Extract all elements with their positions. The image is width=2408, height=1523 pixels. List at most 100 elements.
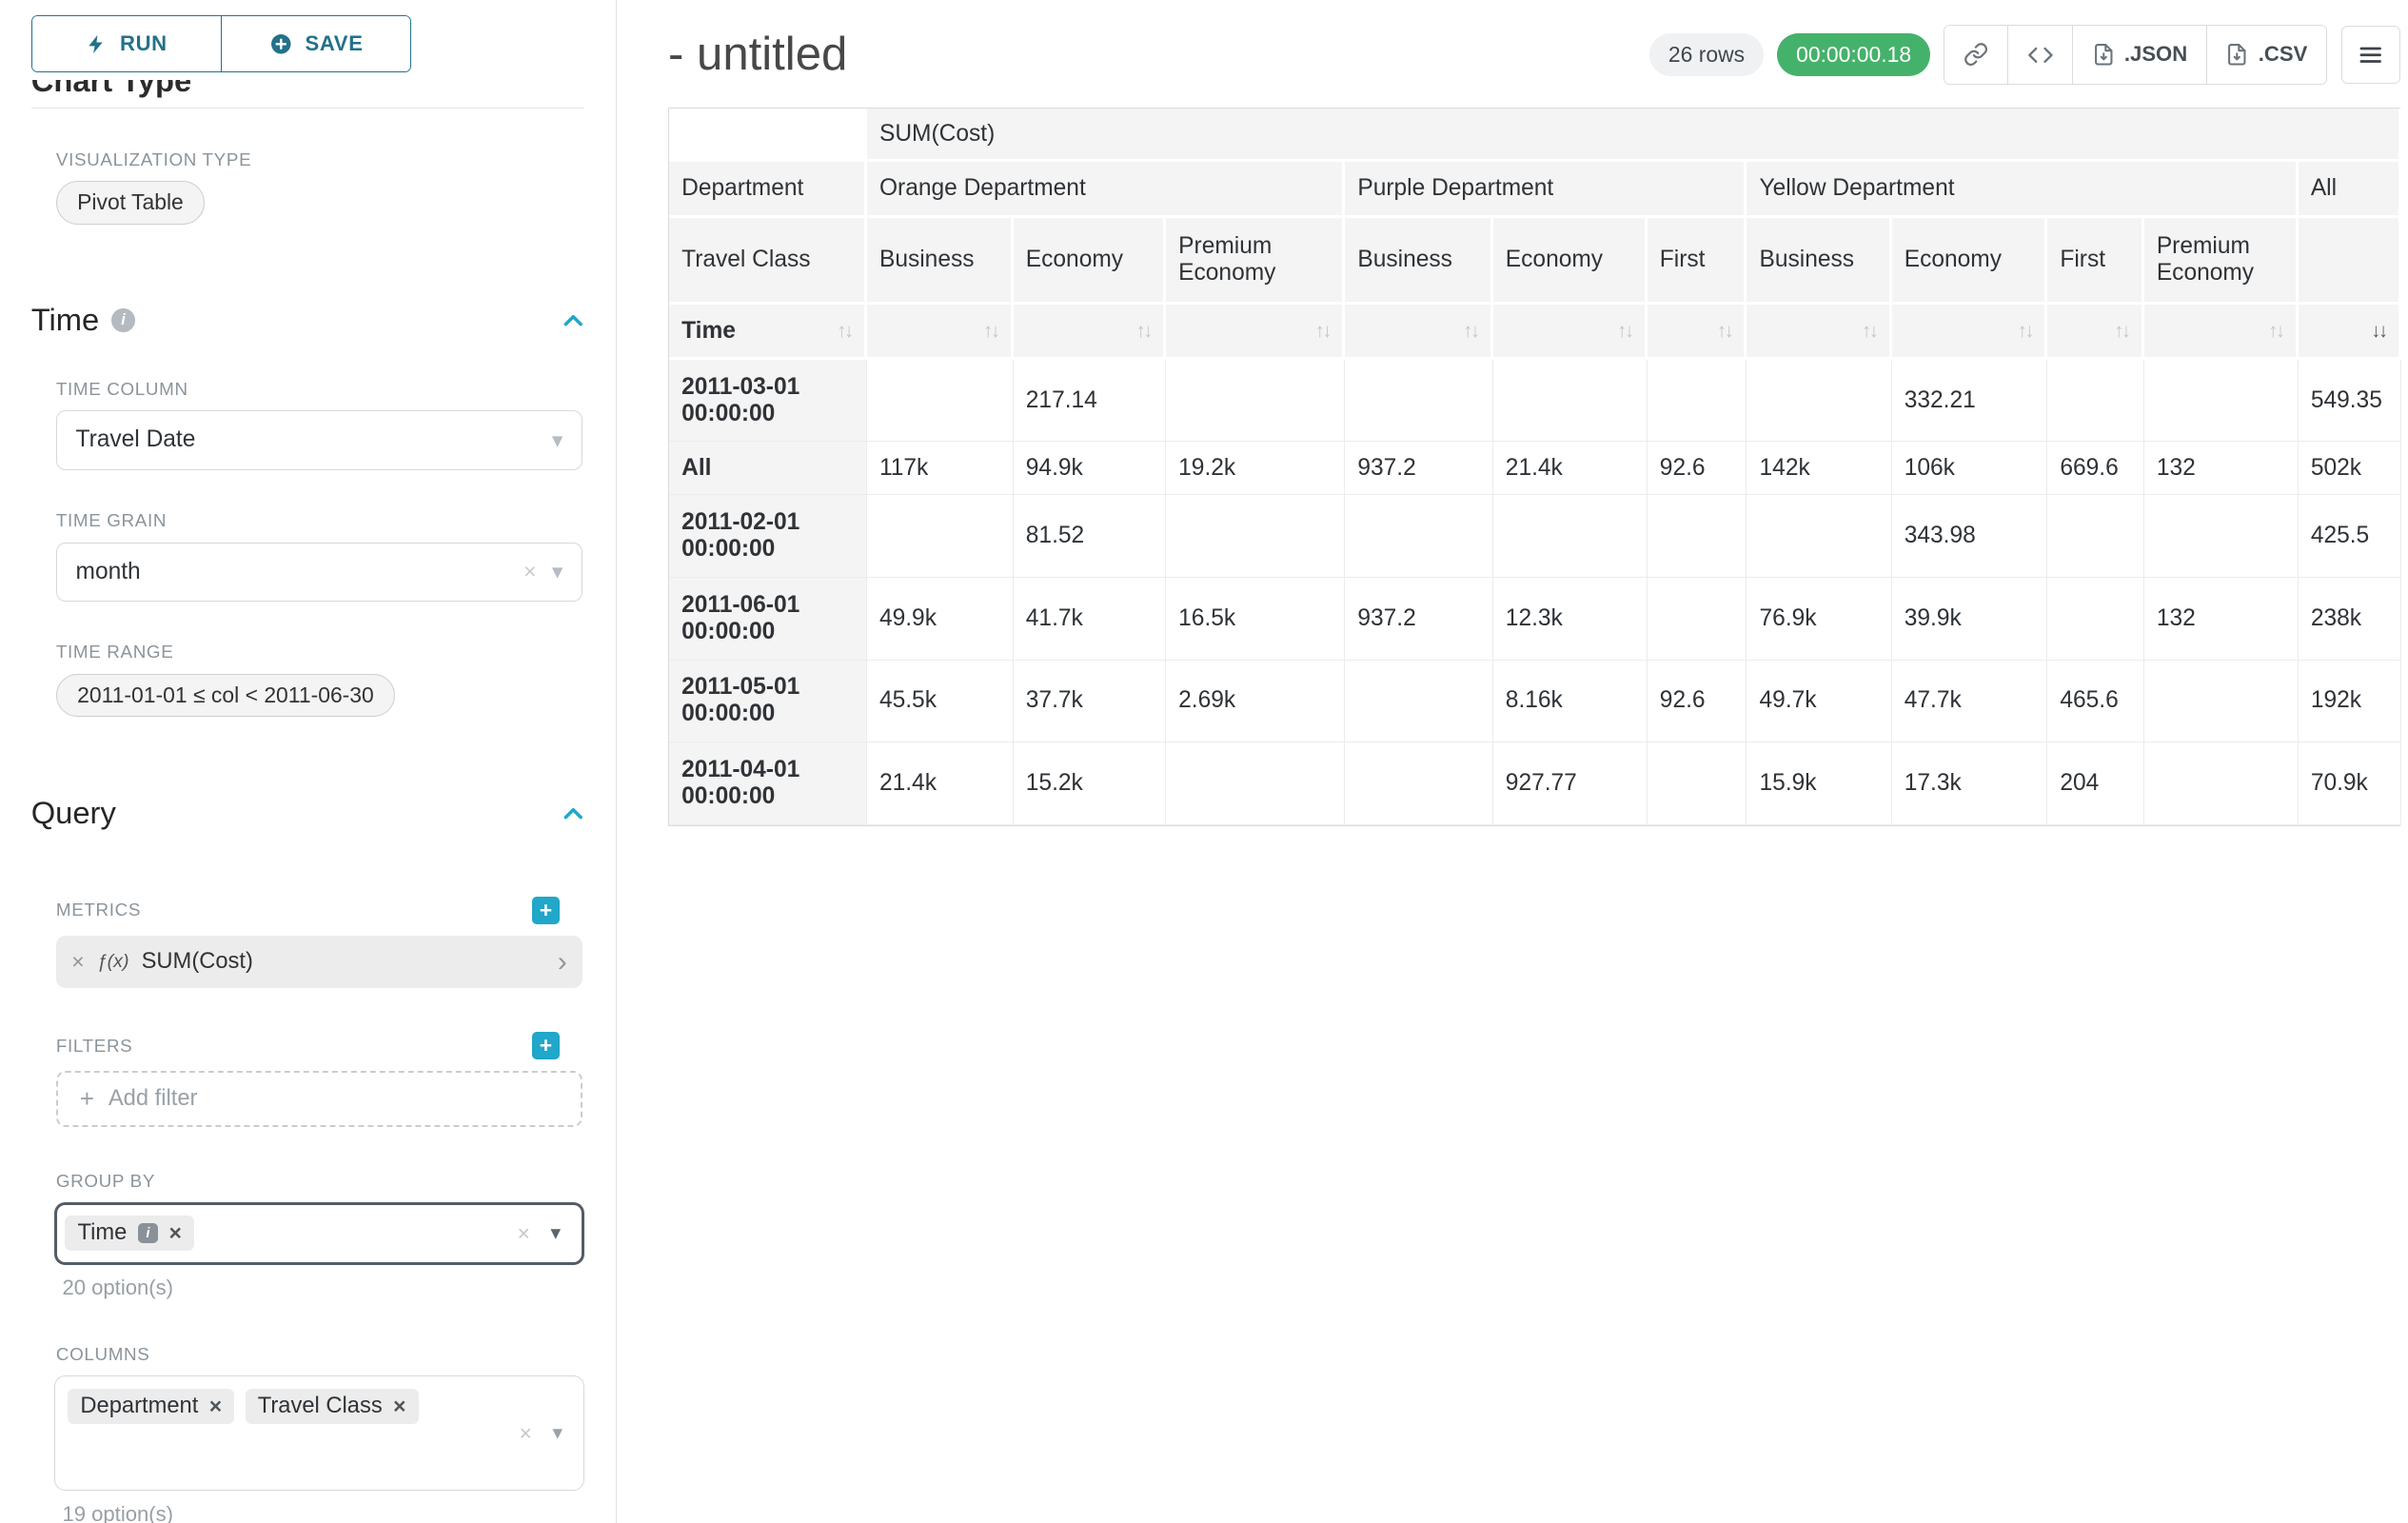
- sort-icon[interactable]: ↑↓: [1135, 320, 1151, 343]
- sort-icon[interactable]: ↑↓: [837, 320, 852, 343]
- pivot-table: SUM(Cost)DepartmentOrange DepartmentPurp…: [669, 109, 2401, 825]
- sort-icon[interactable]: ↑↓: [1315, 320, 1331, 343]
- more-options-button[interactable]: [2341, 26, 2400, 84]
- sort-cell: ↑↓: [1747, 305, 1891, 359]
- time-grain-label: TIME GRAIN: [56, 510, 584, 531]
- select-icons: × ▼: [517, 1220, 563, 1246]
- info-icon: i: [138, 1223, 158, 1243]
- caret-down-icon[interactable]: ▼: [549, 1423, 566, 1443]
- pivot-data-row: 2011-05-01 00:00:0045.5k37.7k2.69k8.16k9…: [669, 661, 2401, 743]
- pivot-cell: [1648, 578, 1747, 661]
- pivot-cell: [1747, 360, 1891, 443]
- sort-icon[interactable]: ↑↓: [2018, 320, 2033, 343]
- travel-class-header: First: [2047, 218, 2143, 306]
- pivot-cell: 70.9k: [2299, 742, 2401, 825]
- pivot-cell: 132: [2144, 578, 2299, 661]
- chevron-up-icon[interactable]: [562, 308, 585, 332]
- bolt-icon: [86, 33, 108, 55]
- pivot-cell: 41.7k: [1014, 578, 1166, 661]
- row-count-badge: 26 rows: [1649, 33, 1763, 75]
- sort-icon[interactable]: ↑↓: [1717, 320, 1732, 343]
- pivot-cell: [1345, 661, 1492, 743]
- row-label: All: [669, 442, 867, 495]
- pivot-cell: 425.5: [2299, 495, 2401, 578]
- sort-icon[interactable]: ↑↓: [2268, 320, 2283, 343]
- pivot-cell: [1648, 742, 1747, 825]
- empty-header-cell: [2299, 218, 2401, 306]
- pivot-data-row: 2011-06-01 00:00:0049.9k41.7k16.5k937.21…: [669, 578, 2401, 661]
- export-csv-button[interactable]: .CSV: [2206, 26, 2326, 84]
- add-metric-button[interactable]: +: [532, 897, 560, 924]
- function-icon: ƒ(x): [97, 951, 129, 973]
- department-axis-label: Department: [669, 162, 867, 218]
- caret-down-icon: ▾: [552, 427, 563, 453]
- time-axis-cell: Time ↑↓: [669, 305, 867, 359]
- pivot-cell: 332.21: [1892, 360, 2048, 443]
- pivot-data-row: 2011-03-01 00:00:00217.14332.21549.35: [669, 360, 2401, 443]
- sort-icon[interactable]: ↑↓: [983, 320, 998, 343]
- travel-class-header: Business: [867, 218, 1014, 306]
- time-column-label: TIME COLUMN: [56, 379, 584, 400]
- row-label: 2011-06-01 00:00:00: [669, 578, 867, 661]
- metric-name: SUM(Cost): [142, 949, 545, 975]
- visualization-type-label: VISUALIZATION TYPE: [56, 149, 584, 170]
- columns-chip[interactable]: Department ×: [68, 1389, 234, 1424]
- columns-chip[interactable]: Travel Class ×: [246, 1389, 419, 1424]
- visualization-type-pill[interactable]: Pivot Table: [56, 181, 205, 224]
- time-section-title: Time: [31, 302, 100, 338]
- remove-chip-icon[interactable]: ×: [169, 1222, 182, 1244]
- remove-chip-icon[interactable]: ×: [209, 1395, 222, 1417]
- time-column-value: Travel Date: [76, 426, 552, 453]
- pivot-cell: [867, 360, 1014, 443]
- embed-code-button[interactable]: [2007, 26, 2072, 84]
- time-column-select[interactable]: Travel Date ▾: [56, 410, 582, 469]
- sort-icon[interactable]: ↑↓: [1862, 320, 1877, 343]
- group-by-select[interactable]: Time i × × ▼: [54, 1202, 583, 1264]
- caret-down-icon[interactable]: ▼: [547, 1223, 564, 1243]
- pivot-cell: 76.9k: [1747, 578, 1891, 661]
- run-button[interactable]: RUN: [32, 16, 221, 70]
- clear-icon[interactable]: ×: [523, 559, 536, 584]
- pivot-cell: 92.6: [1648, 661, 1747, 743]
- add-filter-dropzone[interactable]: + Add filter: [56, 1071, 582, 1127]
- pivot-cell: [1345, 742, 1492, 825]
- save-button-label: SAVE: [305, 31, 363, 56]
- pivot-cell: 106k: [1892, 442, 2048, 495]
- time-range-pill[interactable]: 2011-01-01 ≤ col < 2011-06-30: [56, 674, 395, 717]
- remove-metric-icon[interactable]: ×: [71, 949, 84, 975]
- group-by-label: GROUP BY: [56, 1171, 584, 1192]
- group-by-chip-label: Time: [78, 1220, 128, 1246]
- add-filter-button[interactable]: +: [532, 1032, 560, 1059]
- remove-chip-icon[interactable]: ×: [393, 1395, 405, 1417]
- travel-class-header: Business: [1747, 218, 1891, 306]
- time-grain-select[interactable]: month × ▾: [56, 543, 582, 602]
- time-axis-label: Time: [681, 318, 736, 345]
- sort-descending-icon[interactable]: ↓↓: [2371, 320, 2386, 343]
- chevron-up-icon[interactable]: [562, 801, 585, 825]
- metrics-label: METRICS: [56, 900, 141, 920]
- pivot-cell: [2047, 495, 2143, 578]
- sort-cell: ↓↓: [2299, 305, 2401, 359]
- sort-icon[interactable]: ↑↓: [2114, 320, 2129, 343]
- clear-icon[interactable]: ×: [519, 1420, 531, 1446]
- caret-down-icon: ▾: [552, 559, 563, 584]
- sort-cell: ↑↓: [1345, 305, 1492, 359]
- export-json-button[interactable]: .JSON: [2072, 26, 2206, 84]
- sort-icon[interactable]: ↑↓: [1463, 320, 1478, 343]
- clear-icon[interactable]: ×: [517, 1220, 529, 1246]
- metric-chip[interactable]: × ƒ(x) SUM(Cost) ›: [56, 936, 582, 989]
- pivot-cell: 549.35: [2299, 360, 2401, 443]
- group-by-chip[interactable]: Time i ×: [65, 1216, 194, 1251]
- pivot-cell: 132: [2144, 442, 2299, 495]
- copy-link-button[interactable]: [1944, 26, 2006, 84]
- sort-cell: ↑↓: [1648, 305, 1747, 359]
- hamburger-menu-icon: [2357, 41, 2384, 69]
- columns-select[interactable]: Department × Travel Class × × ▼: [54, 1375, 583, 1491]
- chevron-right-icon[interactable]: ›: [558, 948, 567, 976]
- department-header: Yellow Department: [1747, 162, 2298, 218]
- pivot-table-container: SUM(Cost)DepartmentOrange DepartmentPurp…: [668, 108, 2400, 826]
- control-panel: RUN SAVE Chart Type VISUALIZATION TYPE P…: [0, 0, 617, 1523]
- sort-icon[interactable]: ↑↓: [1617, 320, 1632, 343]
- save-button[interactable]: SAVE: [221, 16, 410, 70]
- sort-cell: ↑↓: [2047, 305, 2143, 359]
